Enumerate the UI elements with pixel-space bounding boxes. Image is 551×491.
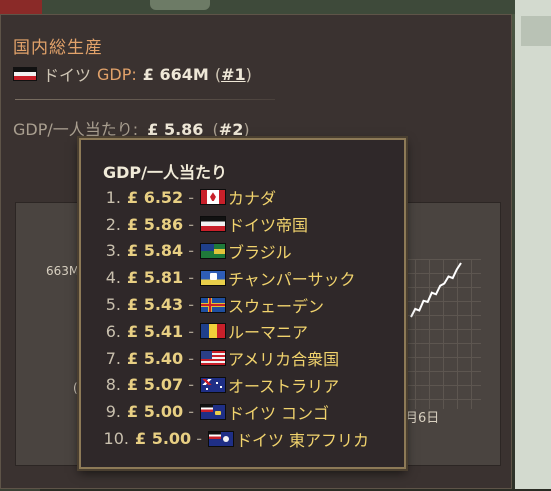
list-item: 10. £ 5.00- ドイツ 東アフリカ xyxy=(99,425,370,452)
rank-number: 4. xyxy=(105,268,121,288)
rank-value: £ 5.81 xyxy=(127,268,184,288)
country-name: オーストラリア xyxy=(227,376,340,396)
brazil-flag-icon xyxy=(199,242,226,259)
german-empire-flag-icon xyxy=(199,216,226,233)
list-item: 2. £ 5.86- ドイツ帝国 xyxy=(99,211,369,238)
country-name: ドイツ コンゴ xyxy=(227,403,330,423)
panel-title: 国内総生産 xyxy=(13,38,103,58)
rank-value: £ 5.00 xyxy=(127,402,184,422)
chart-line-series xyxy=(410,262,462,318)
country-name: ドイツ 東アフリカ xyxy=(235,430,370,450)
chart-x-label: 月6日 xyxy=(405,411,440,426)
country-name: カナダ xyxy=(227,189,276,209)
rank-value: £ 5.00 xyxy=(135,429,192,449)
australia-flag-icon xyxy=(199,376,226,393)
gdp-rank-link[interactable]: #1 xyxy=(221,65,246,84)
country-name: ルーマニア xyxy=(227,323,308,343)
rank-number: 8. xyxy=(105,375,121,395)
country-name: ドイツ帝国 xyxy=(227,216,308,236)
list-item: 6. £ 5.41- ルーマニア xyxy=(99,318,369,345)
romania-flag-icon xyxy=(199,323,226,340)
country-name: アメリカ合衆国 xyxy=(227,350,340,370)
per-capita-label: GDP/一人当たり: xyxy=(13,120,139,139)
divider xyxy=(15,99,275,100)
list-item: 8. £ 5.07- オーストラリア xyxy=(99,372,369,399)
list-item: 3. £ 5.84- ブラジル xyxy=(99,238,369,265)
rank-value: £ 5.43 xyxy=(127,295,184,315)
german-east-africa-flag-icon xyxy=(207,430,234,447)
right-map-edge xyxy=(515,0,551,489)
country-name: ブラジル xyxy=(227,242,292,262)
country-name: チャンパーサック xyxy=(227,269,356,289)
gdp-value: £ 664M xyxy=(142,64,209,84)
tooltip-title: GDP/一人当たり xyxy=(103,163,227,182)
rank-number: 10. xyxy=(103,429,129,449)
rank-value: £ 5.84 xyxy=(127,241,184,261)
list-item: 5. £ 5.43- スウェーデン xyxy=(99,291,369,318)
rank-value: £ 6.52 xyxy=(127,187,184,207)
rank-number: 9. xyxy=(105,402,121,422)
rank-value: £ 5.86 xyxy=(127,214,184,234)
chart-y-label: 663M xyxy=(46,264,80,278)
german-congo-flag-icon xyxy=(199,403,226,420)
country-name: スウェーデン xyxy=(227,296,324,316)
rank-number: 1. xyxy=(105,187,121,207)
chart-svg xyxy=(410,262,462,318)
list-item: 7. £ 5.40- アメリカ合衆国 xyxy=(99,345,369,372)
rank-number: 2. xyxy=(105,214,121,234)
rank-number: 5. xyxy=(105,295,121,315)
country-name: ドイツ xyxy=(43,66,92,85)
usa-flag-icon xyxy=(199,350,226,367)
top-bar xyxy=(0,0,551,14)
list-item: 4. £ 5.81- チャンパーサック xyxy=(99,264,369,291)
gdp-per-capita-tooltip: GDP/一人当たり 1. £ 6.52- カナダ 2. £ 5.86- ドイツ帝国 … xyxy=(79,138,406,469)
german-empire-flag-icon[interactable] xyxy=(13,67,37,81)
rank-number: 7. xyxy=(105,348,121,368)
champasak-flag-icon xyxy=(199,269,226,286)
per-capita-rank-close: ) xyxy=(243,120,250,139)
chart-left-glyph: ( xyxy=(73,381,78,395)
per-capita-value: £ 5.86 xyxy=(147,120,204,139)
gdp-row: ドイツ GDP: £ 664M (#1) xyxy=(13,62,252,86)
list-item: 1. £ 6.52- カナダ xyxy=(99,184,369,211)
canada-flag-icon xyxy=(199,189,226,206)
rank-number: 6. xyxy=(105,321,121,341)
per-capita-row: GDP/一人当たり: £ 5.86 (#2) xyxy=(13,116,250,140)
rank-number: 3. xyxy=(105,241,121,261)
ranking-list: 1. £ 6.52- カナダ 2. £ 5.86- ドイツ帝国 3. £ 5.84- … xyxy=(99,184,370,452)
gdp-label: GDP: xyxy=(97,64,137,84)
list-item: 9. £ 5.00- ドイツ コンゴ xyxy=(99,398,369,425)
sweden-flag-icon xyxy=(199,296,226,313)
rank-value: £ 5.40 xyxy=(127,348,184,368)
per-capita-rank-link[interactable]: #2 xyxy=(219,120,244,139)
gdp-rank-close: ) xyxy=(245,64,252,84)
rank-value: £ 5.07 xyxy=(127,375,184,395)
rank-value: £ 5.41 xyxy=(127,321,184,341)
